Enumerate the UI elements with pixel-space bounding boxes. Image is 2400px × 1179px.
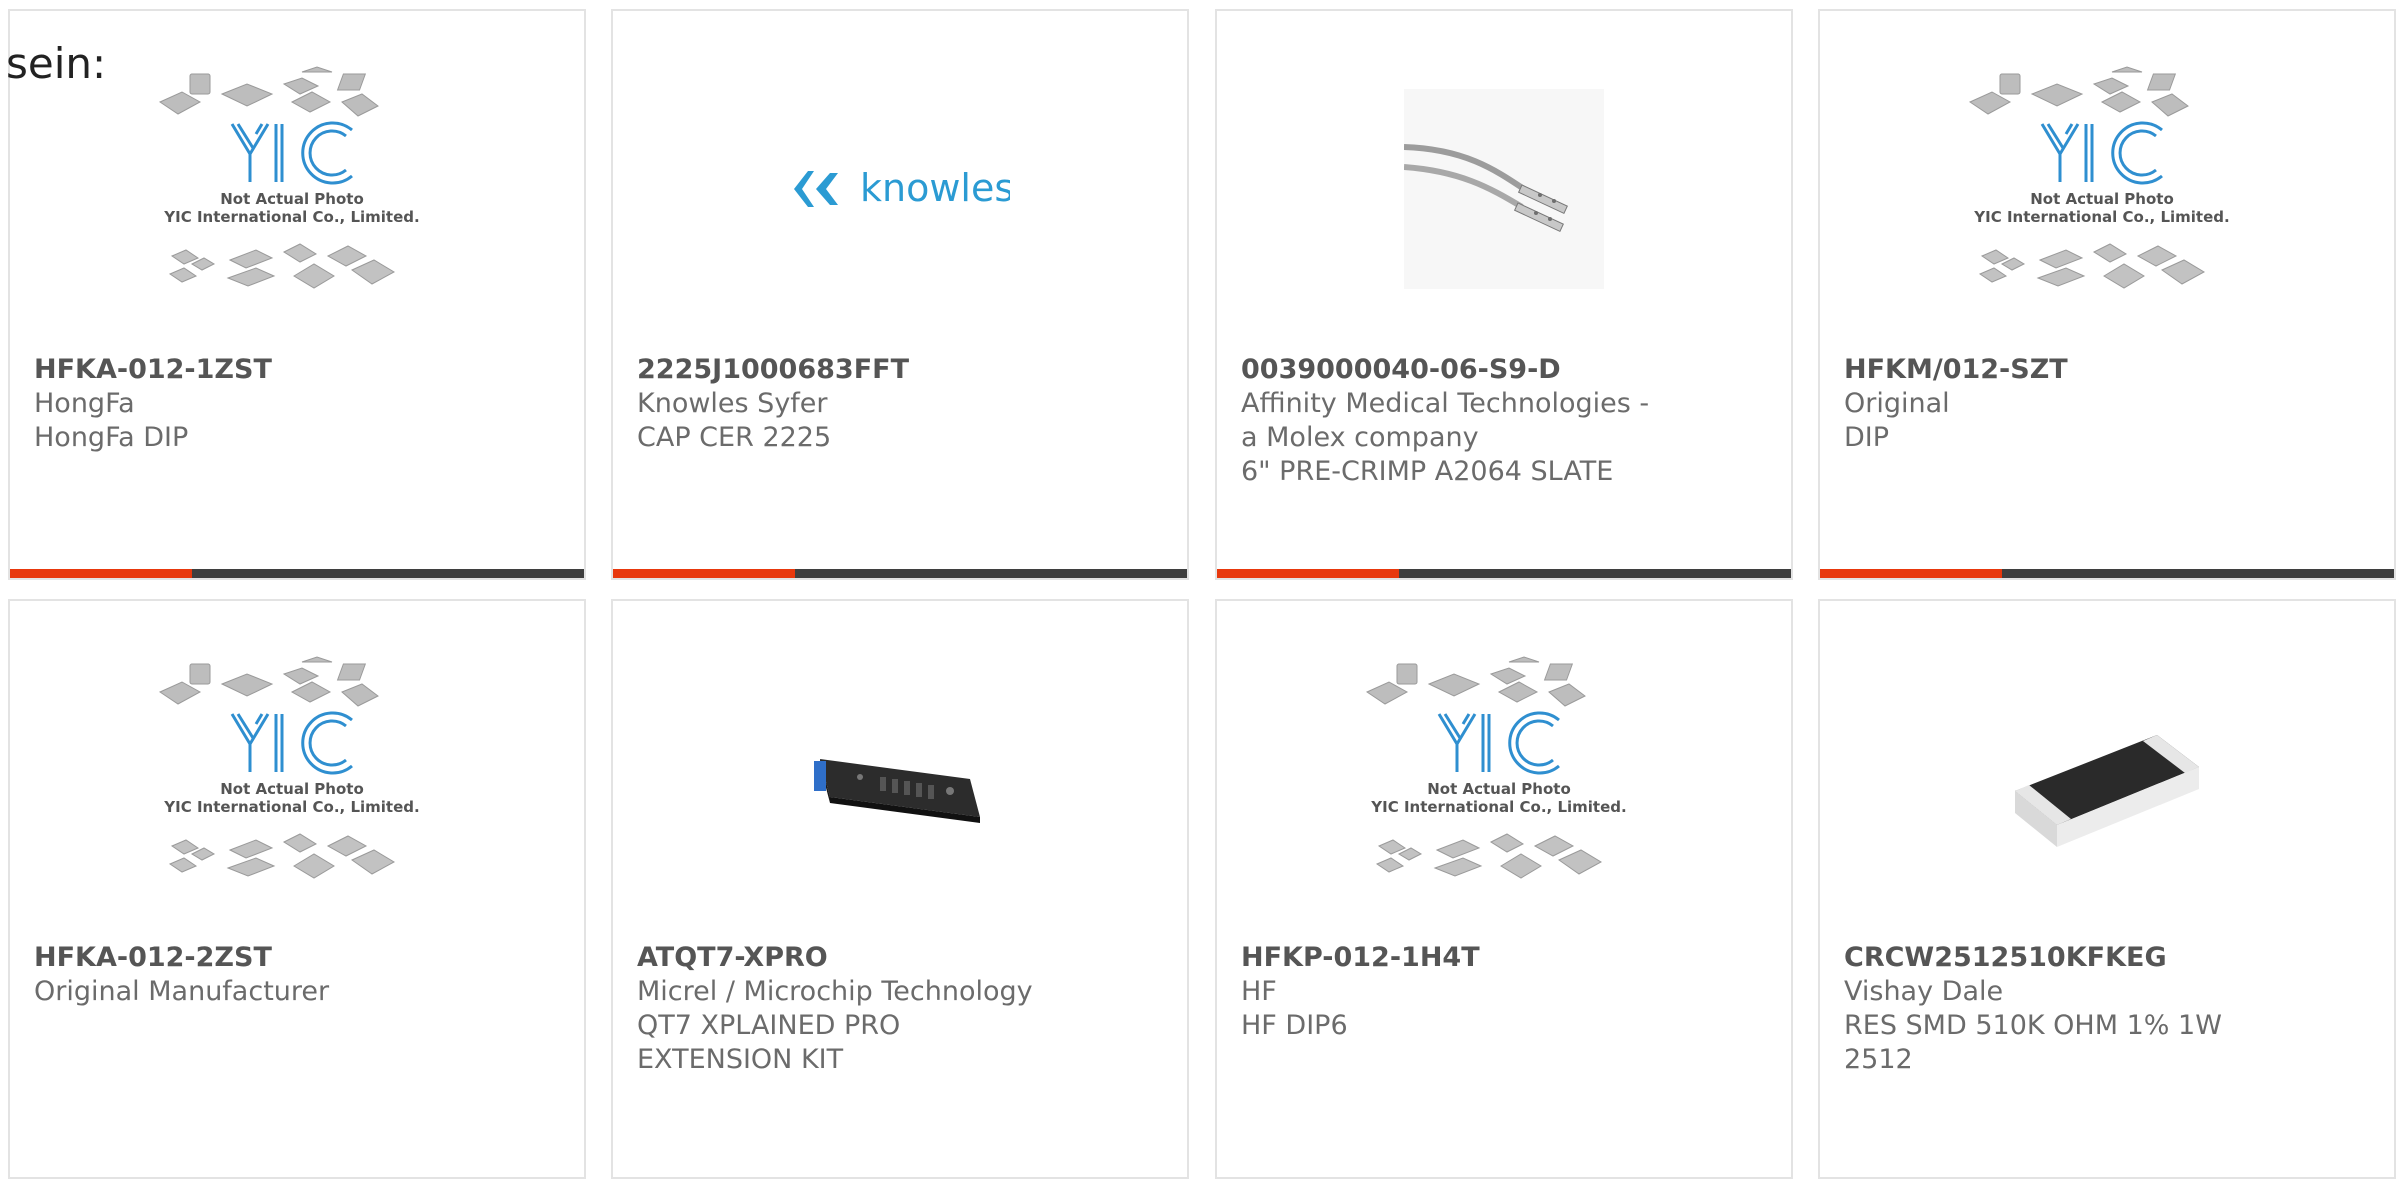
product-card[interactable]: HFKM/012-SZT Original DIP <box>1818 9 2396 580</box>
manufacturer: Original <box>1844 388 1950 419</box>
product-grid: HFKA-012-1ZST HongFa HongFa DIP knowles … <box>0 0 2400 1179</box>
manufacturer: Micrel / Microchip Technology <box>637 976 1033 1007</box>
manufacturer: HongFa <box>34 388 135 419</box>
description: RES SMD 510K OHM 1% 1W 2512 <box>1844 1010 2222 1075</box>
product-card[interactable]: knowles 2225J1000683FFT Knowles Syfer CA… <box>611 9 1189 580</box>
manufacturer: Affinity Medical Technologies - a Molex … <box>1241 388 1650 453</box>
product-image[interactable] <box>1820 19 2394 359</box>
card-bottom-bar <box>1217 569 1791 578</box>
yic-placeholder-icon <box>152 64 432 314</box>
part-number-link[interactable]: 0039000040-06-S9-D <box>1241 353 1661 387</box>
part-number-link[interactable]: HFKA-012-2ZST <box>34 941 454 975</box>
dev-board-photo-icon <box>814 759 980 823</box>
description: HongFa DIP <box>34 422 189 453</box>
yic-placeholder-icon <box>1359 654 1639 904</box>
manufacturer: Vishay Dale <box>1844 976 2004 1007</box>
knowles-logo-text: knowles <box>860 166 1010 210</box>
product-image[interactable] <box>1217 19 1791 359</box>
smd-resistor-photo-icon <box>2015 735 2199 847</box>
yic-placeholder-icon <box>1962 64 2242 314</box>
product-card[interactable]: HFKP-012-1H4T HF HF DIP6 <box>1215 599 1793 1179</box>
description: CAP CER 2225 <box>637 422 832 453</box>
description: 6" PRE-CRIMP A2064 SLATE <box>1241 456 1614 487</box>
knowles-logo-icon: knowles <box>794 166 1010 210</box>
product-card[interactable]: HFKA-012-2ZST Original Manufacturer <box>8 599 586 1179</box>
card-bottom-bar <box>1820 569 2394 578</box>
card-bottom-bar <box>10 569 584 578</box>
intro-text: sein: <box>6 39 107 88</box>
description: DIP <box>1844 422 1890 453</box>
part-number-link[interactable]: ATQT7-XPRO <box>637 941 1057 975</box>
description: QT7 XPLAINED PRO EXTENSION KIT <box>637 1010 901 1075</box>
yic-placeholder-icon <box>152 654 432 904</box>
product-card[interactable]: HFKA-012-1ZST HongFa HongFa DIP <box>8 9 586 580</box>
part-number-link[interactable]: CRCW2512510KFKEG <box>1844 941 2264 975</box>
product-image[interactable] <box>10 609 584 949</box>
product-card[interactable]: ATQT7-XPRO Micrel / Microchip Technology… <box>611 599 1189 1179</box>
card-bottom-bar <box>613 569 1187 578</box>
product-image[interactable]: knowles <box>613 19 1187 359</box>
description: HF DIP6 <box>1241 1010 1348 1041</box>
manufacturer: Knowles Syfer <box>637 388 828 419</box>
part-number-link[interactable]: HFKA-012-1ZST <box>34 353 454 387</box>
product-image[interactable] <box>1820 609 2394 949</box>
product-image[interactable] <box>613 609 1187 949</box>
part-number-link[interactable]: HFKP-012-1H4T <box>1241 941 1661 975</box>
manufacturer: HF <box>1241 976 1277 1007</box>
part-number-link[interactable]: 2225J1000683FFT <box>637 353 1057 387</box>
product-card[interactable]: 0039000040-06-S9-D Affinity Medical Tech… <box>1215 9 1793 580</box>
part-number-link[interactable]: HFKM/012-SZT <box>1844 353 2264 387</box>
product-image[interactable] <box>1217 609 1791 949</box>
product-card[interactable]: CRCW2512510KFKEG Vishay Dale RES SMD 510… <box>1818 599 2396 1179</box>
manufacturer: Original Manufacturer <box>34 976 330 1007</box>
crimp-wire-photo-icon <box>1404 89 1604 289</box>
